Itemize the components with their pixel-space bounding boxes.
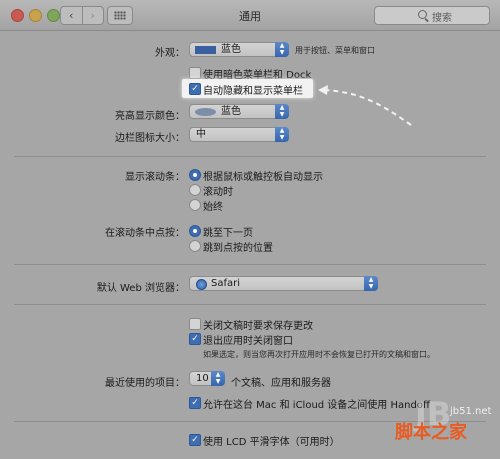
recent-items-label: 最近使用的项目： bbox=[105, 378, 185, 389]
jump-next-page-label: 跳至下一页 bbox=[203, 228, 253, 239]
recent-items-value: 10 bbox=[196, 373, 209, 384]
chevron-updown-icon: ▲ ▼ bbox=[364, 276, 378, 291]
scroll-when-scrolling-radio[interactable] bbox=[189, 184, 201, 196]
highlight-swatch bbox=[195, 108, 216, 116]
recent-items-suffix: 个文稿、应用和服务器 bbox=[231, 378, 331, 389]
jump-to-spot-label: 跳到点按的位置 bbox=[203, 243, 273, 254]
sidebar-icon-size-value: 中 bbox=[196, 129, 206, 140]
default-browser-value: Safari bbox=[211, 278, 241, 289]
default-browser-popup[interactable]: Safari ▲ ▼ bbox=[189, 276, 378, 291]
scroll-auto-radio[interactable] bbox=[189, 169, 201, 181]
divider bbox=[14, 156, 486, 157]
appearance-swatch bbox=[195, 46, 216, 54]
divider bbox=[14, 264, 486, 265]
chevron-updown-icon: ▲ ▼ bbox=[211, 371, 225, 386]
dark-menu-checkbox[interactable] bbox=[189, 67, 201, 79]
appearance-note: 用于按钮、菜单和窗口 bbox=[295, 46, 375, 55]
sidebar-icon-size-popup[interactable]: 中 ▲ ▼ bbox=[189, 127, 289, 142]
search-icon bbox=[418, 10, 427, 19]
callout-arrow-icon bbox=[318, 85, 412, 126]
highlight-color-label: 亮高显示颜色： bbox=[115, 111, 185, 122]
title-bar: ‹ › 通用 搜索 bbox=[0, 0, 500, 31]
preferences-window: ‹ › 通用 搜索 外观： 蓝色 ▲ ▼ 用于按钮、菜单和窗口 使用暗色菜单栏和 … bbox=[0, 0, 500, 459]
close-windows-note: 如果选定，则当您再次打开应用时不会恢复已打开的文稿和窗口。 bbox=[203, 350, 435, 359]
safari-icon bbox=[196, 279, 207, 290]
click-scroll-bar-label: 在滚动条中点按： bbox=[105, 228, 185, 239]
highlight-color-value: 蓝色 bbox=[221, 106, 241, 117]
scroll-when-scrolling-label: 滚动时 bbox=[203, 187, 233, 198]
default-browser-label: 默认 Web 浏览器： bbox=[96, 283, 185, 294]
appearance-label: 外观： bbox=[155, 48, 185, 59]
jump-next-page-radio[interactable] bbox=[189, 225, 201, 237]
search-placeholder: 搜索 bbox=[432, 13, 452, 24]
handoff-checkbox[interactable]: ✓ bbox=[189, 397, 201, 409]
ask-save-checkbox[interactable] bbox=[189, 318, 201, 330]
auto-hide-menu-checkbox[interactable]: ✓ bbox=[189, 83, 201, 95]
chevron-updown-icon: ▲ ▼ bbox=[275, 42, 289, 57]
auto-hide-menu-label: 自动隐藏和显示菜单栏 bbox=[203, 86, 303, 97]
jump-to-spot-radio[interactable] bbox=[189, 240, 201, 252]
highlight-color-popup[interactable]: 蓝色 ▲ ▼ bbox=[189, 104, 289, 119]
lcd-smoothing-checkbox[interactable]: ✓ bbox=[189, 434, 201, 446]
appearance-value: 蓝色 bbox=[221, 44, 241, 55]
divider bbox=[14, 304, 486, 305]
close-windows-checkbox[interactable]: ✓ bbox=[189, 333, 201, 345]
ask-save-label: 关闭文稿时要求保存更改 bbox=[203, 321, 313, 332]
close-windows-label: 退出应用时关闭窗口 bbox=[203, 336, 293, 347]
lcd-smoothing-label: 使用 LCD 平滑字体（可用时） bbox=[203, 437, 340, 448]
chevron-updown-icon: ▲ ▼ bbox=[275, 104, 289, 119]
search-field[interactable]: 搜索 bbox=[374, 6, 490, 25]
sidebar-icon-size-label: 边栏图标大小： bbox=[115, 133, 185, 144]
recent-items-popup[interactable]: 10 ▲ ▼ bbox=[189, 371, 225, 386]
scroll-always-label: 始终 bbox=[203, 202, 223, 213]
scroll-auto-label: 根据鼠标或触控板自动显示 bbox=[203, 172, 323, 183]
show-scroll-bars-label: 显示滚动条： bbox=[125, 172, 185, 183]
watermark-url: jb51.net bbox=[450, 406, 492, 417]
handoff-label: 允许在这台 Mac 和 iCloud 设备之间使用 Handoff bbox=[203, 400, 430, 411]
scroll-always-radio[interactable] bbox=[189, 199, 201, 211]
appearance-popup[interactable]: 蓝色 ▲ ▼ bbox=[189, 42, 289, 57]
watermark-site: 脚本之家 bbox=[395, 422, 467, 443]
chevron-updown-icon: ▲ ▼ bbox=[275, 127, 289, 142]
